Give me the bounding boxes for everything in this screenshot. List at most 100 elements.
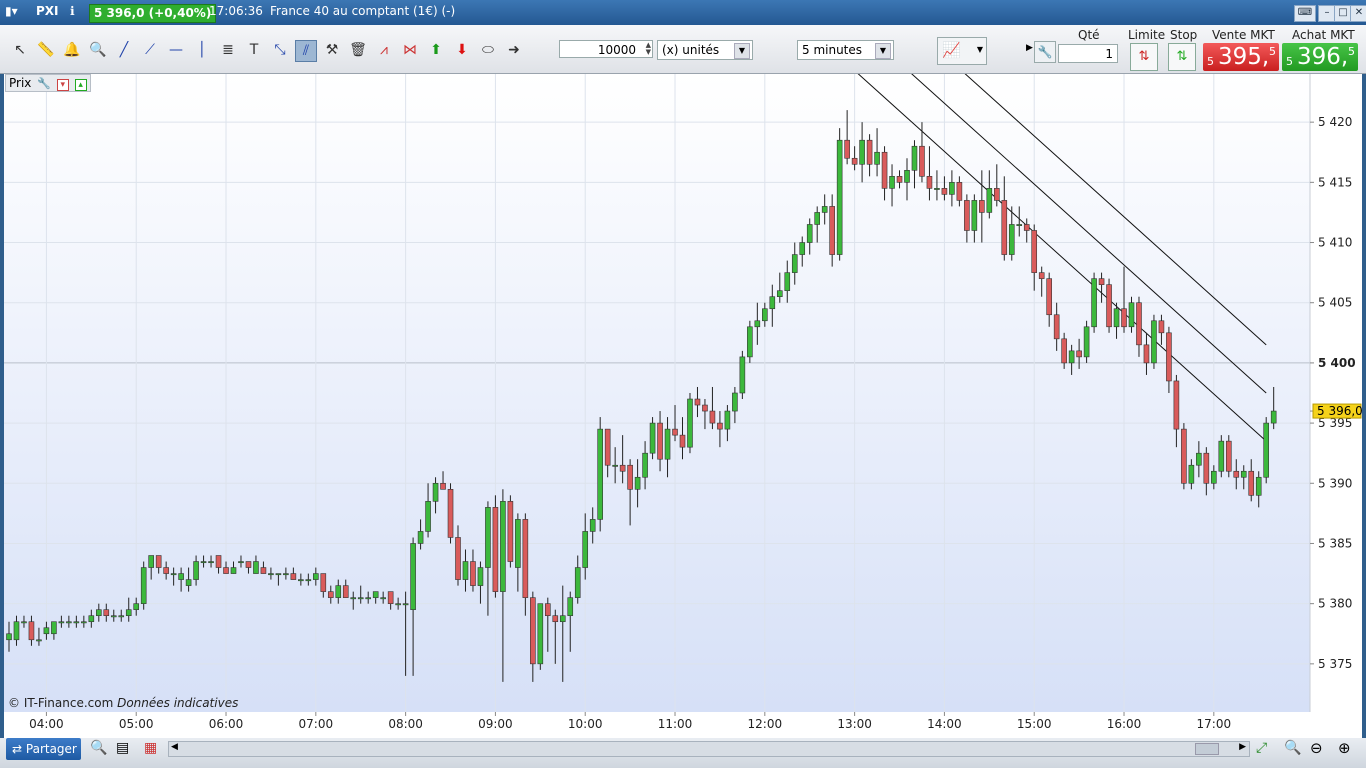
scroll-right-icon[interactable]: ▶ bbox=[1239, 742, 1246, 752]
candle-body bbox=[215, 555, 222, 568]
shape-tool-icon[interactable]: ⬭ bbox=[478, 40, 498, 60]
period-select[interactable]: 5 minutes ▼ bbox=[797, 40, 894, 60]
remove-panel-icon[interactable]: ▾ bbox=[56, 79, 69, 91]
sell-market-button[interactable]: 5 395, 5 bbox=[1203, 43, 1279, 71]
quantity-value: 10000 bbox=[597, 43, 636, 57]
qty-label: Qté bbox=[1078, 28, 1100, 42]
candle-body bbox=[679, 434, 686, 448]
price-chart[interactable]: 5 3755 3805 3855 3905 3955 4005 4055 410… bbox=[4, 74, 1362, 738]
y-tick-label: 5 375 bbox=[1318, 657, 1352, 671]
zoom-out-icon[interactable]: ⊖ bbox=[1310, 739, 1323, 757]
buy-price-prefix: 5 bbox=[1286, 55, 1293, 68]
zoom-fit-icon[interactable]: 🔍 bbox=[1284, 740, 1301, 756]
title-bar: ▮▾ PXI ℹ 5 396,0 (+0,40%) 17:06:36 Franc… bbox=[0, 0, 1366, 25]
candle-body bbox=[836, 139, 843, 255]
zoom-in-icon[interactable]: ⊕ bbox=[1338, 739, 1351, 757]
candle-body bbox=[724, 410, 731, 430]
candle-body bbox=[365, 597, 372, 600]
candle-body bbox=[664, 428, 671, 460]
candle-body bbox=[851, 157, 858, 165]
candle-body bbox=[118, 615, 125, 618]
horizontal-line-icon[interactable]: — bbox=[166, 40, 186, 60]
ruler-icon[interactable]: 📏 bbox=[36, 40, 56, 60]
search-settings-icon[interactable]: 🔍 bbox=[90, 740, 107, 756]
candle bbox=[1225, 435, 1232, 478]
tools-icon[interactable]: ⚒ bbox=[322, 40, 342, 60]
candle-body bbox=[470, 561, 476, 586]
close-button[interactable]: ✕ bbox=[1350, 5, 1366, 22]
buy-arrow-icon[interactable]: ⬆ bbox=[426, 40, 446, 60]
text-tool-icon[interactable]: T bbox=[244, 40, 264, 60]
panel-arrow-icon[interactable]: ▶ bbox=[1026, 43, 1033, 53]
chevron-down-icon[interactable]: ▼ bbox=[875, 43, 891, 59]
price-panel-label: Prix bbox=[9, 76, 32, 90]
y-axis: 5 3755 3805 3855 3905 3955 4005 4055 410… bbox=[1310, 115, 1356, 671]
plot-background bbox=[4, 74, 1310, 712]
share-button[interactable]: ⇄ Partager bbox=[6, 738, 81, 760]
vertical-line-icon[interactable]: │ bbox=[192, 40, 212, 60]
ray-tool-icon[interactable]: ⟋ bbox=[140, 40, 160, 60]
candle bbox=[1151, 314, 1157, 369]
candle-body bbox=[530, 597, 536, 665]
candle-body bbox=[687, 398, 693, 448]
candle-body bbox=[739, 356, 746, 394]
x-tick-label: 07:00 bbox=[299, 717, 334, 731]
table-icon[interactable]: ▦ bbox=[144, 740, 157, 756]
candle-body bbox=[844, 139, 850, 159]
sell-arrow-icon[interactable]: ⬇ bbox=[452, 40, 472, 60]
stop-order-button[interactable]: ⇅ bbox=[1168, 43, 1196, 71]
buy-market-button[interactable]: 5 396, 5 bbox=[1282, 43, 1358, 71]
candle-body bbox=[769, 296, 776, 310]
info-icon[interactable]: ℹ bbox=[70, 4, 75, 18]
wrench-icon[interactable]: 🔧 bbox=[37, 77, 51, 90]
candle-body bbox=[96, 609, 102, 616]
triangle-pattern-icon[interactable]: ⋈ bbox=[400, 40, 420, 60]
zoom-icon[interactable]: 🔍 bbox=[88, 40, 108, 60]
horizontal-scrollbar[interactable]: ◀ ▶ bbox=[168, 741, 1250, 757]
limit-order-button[interactable]: ⇅ bbox=[1130, 43, 1158, 71]
symbol-label[interactable]: PXI bbox=[36, 4, 59, 18]
candle-body bbox=[1001, 200, 1008, 255]
candle-body bbox=[1076, 350, 1082, 358]
wrench-icon[interactable]: 🔧 bbox=[1034, 41, 1056, 63]
candle-body bbox=[814, 212, 821, 225]
candle-body bbox=[866, 139, 873, 165]
candle-body bbox=[1270, 410, 1277, 424]
quantity-input[interactable]: 10000 ▲ ▼ bbox=[559, 40, 653, 58]
candle-body bbox=[799, 242, 806, 255]
candle-body bbox=[125, 609, 132, 616]
candle-body bbox=[327, 591, 334, 598]
candle-body bbox=[58, 621, 65, 624]
chevron-down-icon[interactable]: ▼ bbox=[734, 43, 750, 59]
alert-bell-icon[interactable]: 🔔 bbox=[62, 40, 82, 60]
scroll-left-icon[interactable]: ◀ bbox=[171, 742, 178, 752]
bar-chart-icon[interactable]: ▮▾ bbox=[5, 4, 18, 18]
line-tool-icon[interactable]: ╱ bbox=[114, 40, 134, 60]
trash-icon[interactable]: 🗑 bbox=[348, 40, 368, 60]
candle-body bbox=[1128, 302, 1135, 328]
chart-type-button[interactable]: 📈 ▼ bbox=[937, 37, 987, 65]
unit-select[interactable]: (x) unités ▼ bbox=[657, 40, 753, 60]
right-arrow-icon[interactable]: ➜ bbox=[504, 40, 524, 60]
order-qty-value: 1 bbox=[1105, 47, 1113, 61]
keyboard-icon[interactable]: ⌨ bbox=[1294, 5, 1316, 22]
channel-tool-icon[interactable]: ⫽ bbox=[295, 40, 317, 62]
cursor-icon[interactable]: ↖ bbox=[10, 40, 30, 60]
candle-body bbox=[447, 489, 454, 538]
candle-body bbox=[926, 176, 933, 189]
candlestick-chart-icon: 📈 bbox=[942, 41, 961, 59]
chart-area[interactable]: 5 375 5 380 5 385 5 390 5 395 5 400 5 405 5 410… bbox=[4, 74, 1362, 738]
period-select-value: 5 minutes bbox=[802, 43, 863, 57]
arrow-line-icon[interactable]: ⤡ bbox=[270, 40, 290, 60]
fibonacci-icon[interactable]: ≣ bbox=[218, 40, 238, 60]
add-panel-icon[interactable]: ▴ bbox=[74, 79, 87, 91]
quantity-stepper[interactable]: ▲ ▼ bbox=[639, 42, 651, 57]
list-icon[interactable]: ▤ bbox=[116, 740, 129, 756]
zigzag-icon[interactable]: ⩘ bbox=[374, 40, 394, 60]
scroll-thumb[interactable] bbox=[1195, 743, 1219, 755]
order-qty-input[interactable]: 1 bbox=[1058, 44, 1118, 63]
candle-body bbox=[507, 501, 514, 562]
candle-body bbox=[589, 519, 596, 532]
candle-body bbox=[36, 639, 42, 642]
auto-scale-icon[interactable]: ⤢ bbox=[1256, 740, 1267, 756]
